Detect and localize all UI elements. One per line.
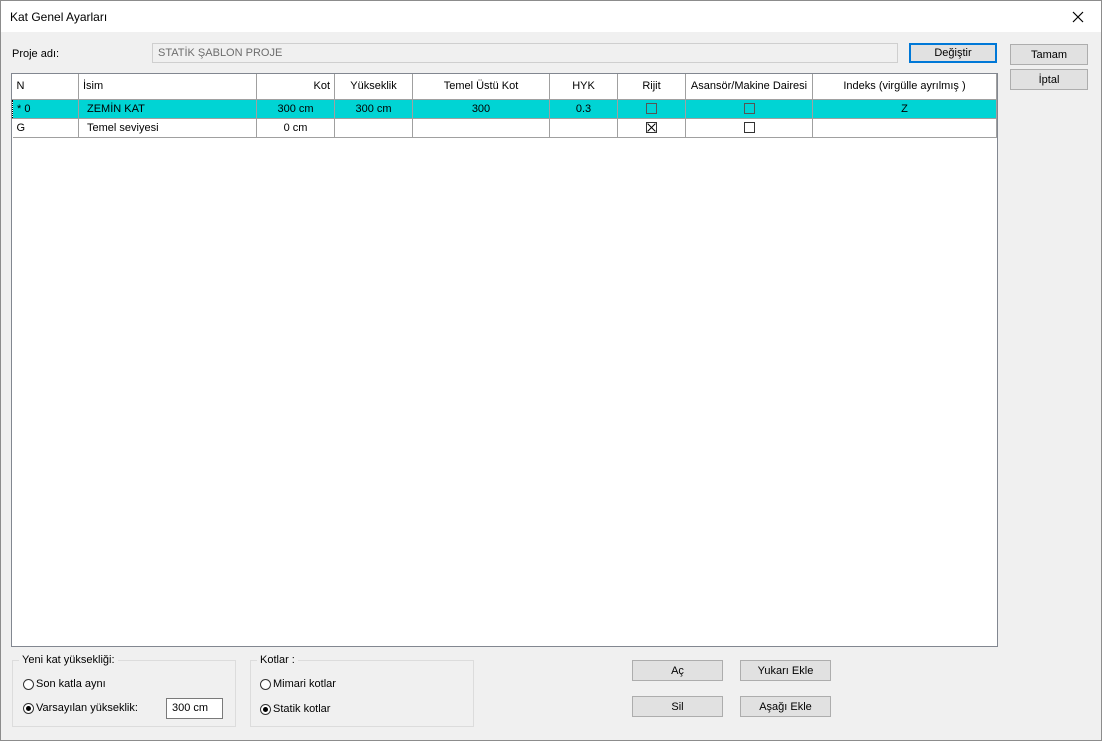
project-name-field: STATİK ŞABLON PROJE xyxy=(152,43,898,63)
col-header-name[interactable]: İsim xyxy=(78,74,257,100)
col-header-index[interactable]: Indeks (virgülle ayrılmış ) xyxy=(812,74,997,100)
cell-rigid[interactable] xyxy=(617,117,686,138)
radio-architectural-levels[interactable]: Mimari kotlar xyxy=(260,678,336,690)
cell-rigid[interactable] xyxy=(617,98,686,119)
ok-button[interactable]: Tamam xyxy=(1010,44,1088,65)
cell-index[interactable] xyxy=(812,117,997,138)
cell-elevator[interactable] xyxy=(685,117,813,138)
levels-legend: Kotlar : xyxy=(257,654,298,666)
cell-n[interactable]: * 0 xyxy=(12,98,79,119)
table-header-row: N İsim Kot Yükseklik Temel Üstü Kot HYK … xyxy=(12,74,997,100)
col-header-kot[interactable]: Kot xyxy=(256,74,335,100)
close-button[interactable] xyxy=(1055,1,1101,32)
radio-static-label: Statik kotlar xyxy=(273,703,331,715)
window-title: Kat Genel Ayarları xyxy=(10,10,108,24)
table-row[interactable]: G Temel seviyesi 0 cm xyxy=(12,117,997,138)
cell-index[interactable]: Z xyxy=(812,98,997,119)
radio-architectural-label: Mimari kotlar xyxy=(273,678,336,690)
cell-height[interactable]: 300 cm xyxy=(334,98,413,119)
cell-name[interactable]: Temel seviyesi xyxy=(78,117,257,138)
project-name-label: Proje adı: xyxy=(12,48,60,60)
cell-foundation-top[interactable]: 300 xyxy=(412,98,550,119)
floor-table: N İsim Kot Yükseklik Temel Üstü Kot HYK … xyxy=(11,73,998,647)
delete-button[interactable]: Sil xyxy=(632,696,723,717)
add-below-button[interactable]: Aşağı Ekle xyxy=(740,696,831,717)
cell-elevator[interactable] xyxy=(685,98,813,119)
radio-same-as-last-label: Son katla aynı xyxy=(36,678,106,690)
cell-name[interactable]: ZEMİN KAT xyxy=(78,98,257,119)
radio-button-selected[interactable] xyxy=(260,703,271,715)
rigid-checkbox-checked[interactable] xyxy=(646,122,657,134)
col-header-height[interactable]: Yükseklik xyxy=(334,74,413,100)
radio-same-as-last[interactable]: Son katla aynı xyxy=(23,678,106,690)
radio-default-height-label: Varsayılan yükseklik: xyxy=(36,702,138,714)
default-height-input[interactable]: 300 cm xyxy=(166,698,223,719)
col-header-hyk[interactable]: HYK xyxy=(549,74,618,100)
cell-height[interactable] xyxy=(334,117,413,138)
elevator-checkbox[interactable] xyxy=(743,122,755,134)
new-floor-height-legend: Yeni kat yüksekliği: xyxy=(19,654,118,666)
dialog-window: Kat Genel Ayarları Proje adı: STATİK ŞAB… xyxy=(0,0,1102,741)
title-bar: Kat Genel Ayarları xyxy=(1,1,1101,32)
cell-n[interactable]: G xyxy=(12,117,79,138)
cell-kot[interactable]: 0 cm xyxy=(256,117,335,138)
radio-button[interactable] xyxy=(260,678,271,690)
table-row[interactable]: * 0 ZEMİN KAT 300 cm 300 cm 300 0.3 Z xyxy=(12,98,997,119)
radio-button-selected[interactable] xyxy=(23,702,34,714)
change-button[interactable]: Değiştir xyxy=(909,43,997,63)
col-header-n[interactable]: N xyxy=(12,74,79,100)
close-icon xyxy=(1072,11,1084,22)
radio-default-height[interactable]: Varsayılan yükseklik: xyxy=(23,702,138,714)
cell-hyk[interactable]: 0.3 xyxy=(549,98,618,119)
open-button[interactable]: Aç xyxy=(632,660,723,681)
col-header-elevator[interactable]: Asansör/Makine Dairesi xyxy=(685,74,813,100)
cancel-button[interactable]: İptal xyxy=(1010,69,1088,90)
cell-foundation-top[interactable] xyxy=(412,117,550,138)
col-header-rigid[interactable]: Rijit xyxy=(617,74,686,100)
col-header-foundation-top[interactable]: Temel Üstü Kot xyxy=(412,74,550,100)
elevator-checkbox[interactable] xyxy=(743,103,755,115)
rigid-checkbox[interactable] xyxy=(646,103,657,115)
cell-kot[interactable]: 300 cm xyxy=(256,98,335,119)
radio-button[interactable] xyxy=(23,678,34,690)
cell-hyk[interactable] xyxy=(549,117,618,138)
add-above-button[interactable]: Yukarı Ekle xyxy=(740,660,831,681)
radio-static-levels[interactable]: Statik kotlar xyxy=(260,703,330,715)
levels-group: Kotlar : xyxy=(250,654,474,727)
